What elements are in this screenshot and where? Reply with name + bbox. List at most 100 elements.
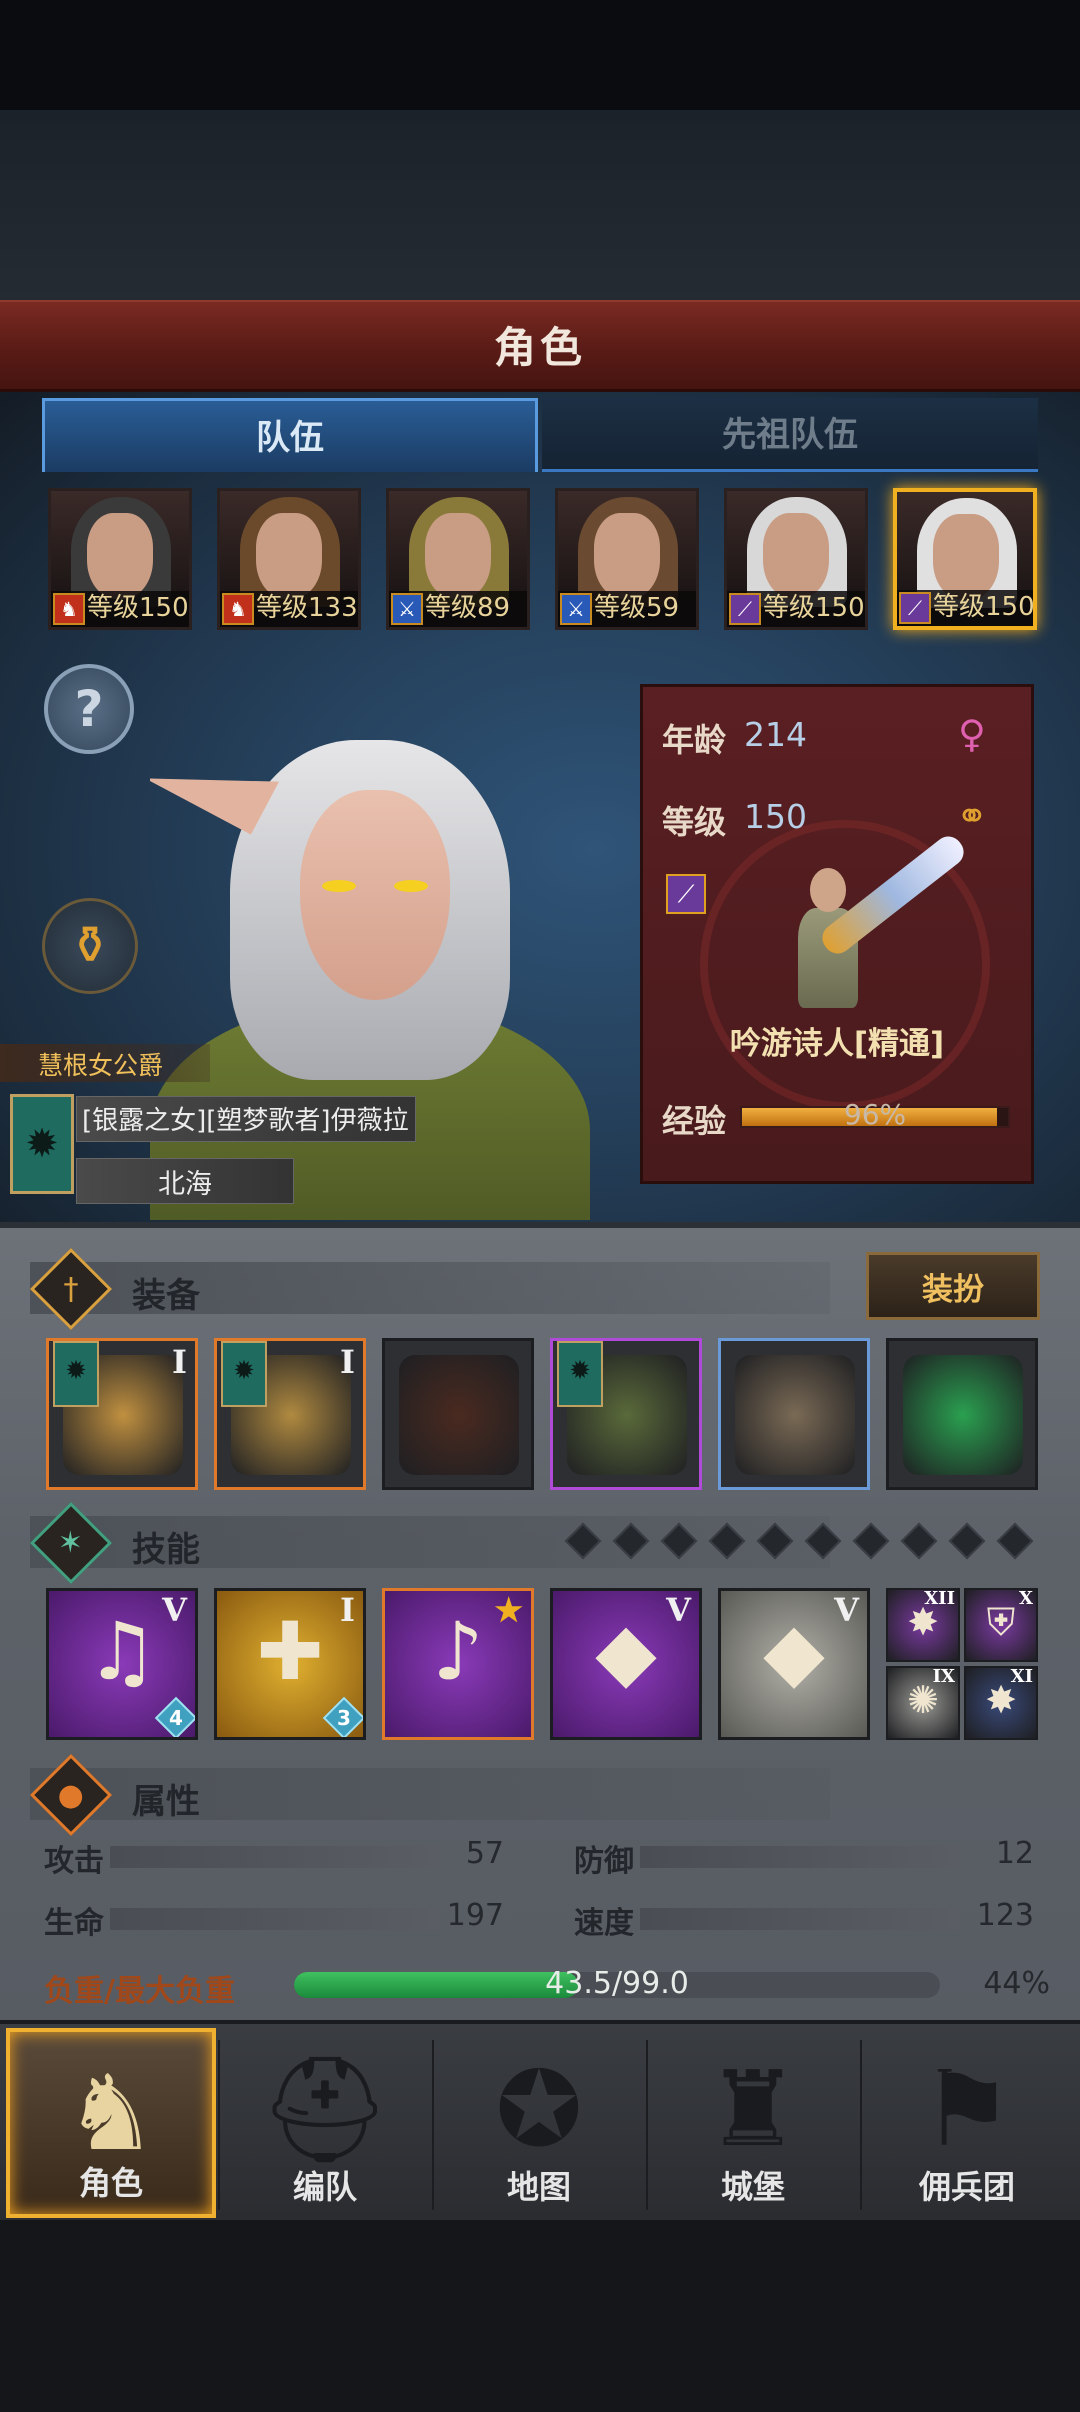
skill-slot[interactable]: ✚ I 3 <box>214 1588 366 1740</box>
banner-icon: ⚑ <box>920 2048 1014 2170</box>
faction-flag-icon: ✹ <box>557 1341 603 1407</box>
skill-slot[interactable]: ◆ V <box>718 1588 870 1740</box>
load-label: 负重/最大负重 <box>44 1974 235 2009</box>
potion-button[interactable]: ⚱ <box>42 898 138 994</box>
passive-skill-tier: X <box>1019 1588 1033 1609</box>
bottom-safe-area <box>0 2220 1080 2412</box>
skill-slot[interactable]: ♪ ★ <box>382 1588 534 1740</box>
passive-skill-slot[interactable]: ⛨ X <box>964 1588 1038 1662</box>
speed-value: 123 <box>976 1898 1034 1933</box>
roster-member[interactable]: ⚔ 等级89 <box>386 488 530 630</box>
passive-skill-tier: XII <box>924 1588 955 1609</box>
member-level: 等级89 <box>425 593 511 623</box>
exp-percent: 96% <box>843 1098 907 1131</box>
age-label: 年龄 <box>662 721 727 759</box>
staff-class-icon: ⟋ <box>666 874 706 914</box>
attack-label: 攻击 <box>44 1844 104 1879</box>
health-value: 197 <box>446 1898 504 1933</box>
nav-helmet[interactable]: ⛑ 编队 <box>220 2028 430 2218</box>
nav-label: 编队 <box>292 2168 357 2206</box>
equipment-slot-hood[interactable] <box>382 1338 534 1490</box>
nav-compass[interactable]: ✪ 地图 <box>434 2028 644 2218</box>
passive-skill-tier: XI <box>1010 1666 1033 1687</box>
faction-banner-icon: ✹ <box>10 1094 74 1194</box>
attack-track <box>110 1846 440 1868</box>
passive-skill-tier: IX <box>932 1666 955 1687</box>
tab-ancestor-label: 先祖队伍 <box>722 415 858 455</box>
hero-portrait <box>150 700 590 1220</box>
tab-team-label: 队伍 <box>256 418 324 458</box>
skill-tier: V <box>162 1591 187 1629</box>
skill-slot[interactable]: ♫ V 4 <box>46 1588 198 1740</box>
faction-flag-icon: ✹ <box>53 1341 99 1407</box>
tab-ancestor-team[interactable]: 先祖队伍 <box>542 398 1038 472</box>
load-percent: 44% <box>983 1966 1050 2001</box>
roster-member[interactable]: ♞ 等级150 <box>48 488 192 630</box>
nav-label: 城堡 <box>720 2168 785 2206</box>
roster-member[interactable]: ⟋ 等级150 <box>724 488 868 630</box>
load-value: 43.5/99.0 <box>545 1966 689 2001</box>
health-track <box>110 1908 440 1930</box>
skill-slot[interactable]: ◆ V <box>550 1588 702 1740</box>
nav-label: 地图 <box>506 2168 571 2206</box>
character-region: 北海 <box>158 1169 212 1200</box>
equipment-slot-lute-weapon[interactable]: ✹ I <box>46 1338 198 1490</box>
nav-banner[interactable]: ⚑ 佣兵团 <box>862 2028 1072 2218</box>
defense-label: 防御 <box>574 1844 634 1879</box>
nav-knight[interactable]: ♞ 角色 <box>6 2028 216 2218</box>
noble-title: 慧根女公爵 <box>38 1051 164 1080</box>
skill-tier: V <box>834 1591 859 1629</box>
roster-member[interactable]: ⚔ 等级59 <box>555 488 699 630</box>
hood-icon <box>399 1355 519 1475</box>
passive-skill-slot[interactable]: ✸ XI <box>964 1666 1038 1740</box>
health-label: 生命 <box>44 1906 104 1941</box>
horse-icon: ♞ <box>222 593 254 625</box>
equipment-slot-green-crystal[interactable] <box>886 1338 1038 1490</box>
equipment-slot-cloak-armor[interactable]: ✹ <box>550 1338 702 1490</box>
skill-count: 4 <box>169 1706 183 1730</box>
item-tier: I <box>340 1343 355 1381</box>
equipment-title: 装备 <box>132 1276 200 1316</box>
skill-tier: ★ <box>494 1591 523 1629</box>
staff-icon: ⟋ <box>899 592 931 624</box>
compass-icon: ✪ <box>495 2048 583 2170</box>
defense-value: 12 <box>995 1836 1034 1871</box>
castle-icon: ♜ <box>706 2048 800 2170</box>
member-level: 等级59 <box>594 593 680 623</box>
sword-icon: ⚔ <box>560 593 592 625</box>
help-button[interactable]: ? <box>44 664 134 754</box>
equipment-slot-boots[interactable] <box>718 1338 870 1490</box>
passive-skill-slot[interactable]: ✺ IX <box>886 1666 960 1740</box>
nav-divider <box>860 2040 862 2210</box>
character-name: [银露之女][塑梦歌者]伊薇拉 <box>82 1106 409 1136</box>
nav-castle[interactable]: ♜ 城堡 <box>648 2028 858 2218</box>
attack-value: 57 <box>465 1836 504 1871</box>
roster-member[interactable]: ⟋ 等级150 <box>893 488 1037 630</box>
faction-flag-icon: ✹ <box>221 1341 267 1407</box>
horse-icon: ♞ <box>53 593 85 625</box>
equipment-slot-lute-weapon[interactable]: ✹ I <box>214 1338 366 1490</box>
staff-icon: ⟋ <box>729 593 761 625</box>
skills-title: 技能 <box>132 1530 200 1570</box>
roster-member[interactable]: ♞ 等级133 <box>217 488 361 630</box>
nav-divider <box>218 2040 220 2210</box>
skill-count-badge: 4 <box>154 1696 195 1737</box>
helmet-icon: ⛑ <box>258 2048 392 2170</box>
female-icon: ♀ <box>958 712 986 756</box>
rings-icon[interactable]: ⚭ <box>956 794 988 838</box>
skill-tier: V <box>666 1591 691 1629</box>
speed-track <box>640 1908 960 1930</box>
nav-divider <box>646 2040 648 2210</box>
knight-icon: ♞ <box>64 2052 158 2174</box>
member-level: 等级150 <box>763 593 865 623</box>
passive-skill-slot[interactable]: ✸ XII <box>886 1588 960 1662</box>
dress-up-button[interactable]: 装扮 <box>866 1252 1040 1320</box>
nav-label: 角色 <box>78 2164 143 2202</box>
page-title: 角色 <box>493 323 586 372</box>
class-name: 吟游诗人[精通] <box>729 1026 945 1062</box>
tab-team[interactable]: 队伍 <box>42 398 538 472</box>
skill-count: 3 <box>337 1706 351 1730</box>
nav-label: 佣兵团 <box>918 2168 1015 2206</box>
boots-icon <box>735 1355 855 1475</box>
speed-label: 速度 <box>574 1906 634 1941</box>
